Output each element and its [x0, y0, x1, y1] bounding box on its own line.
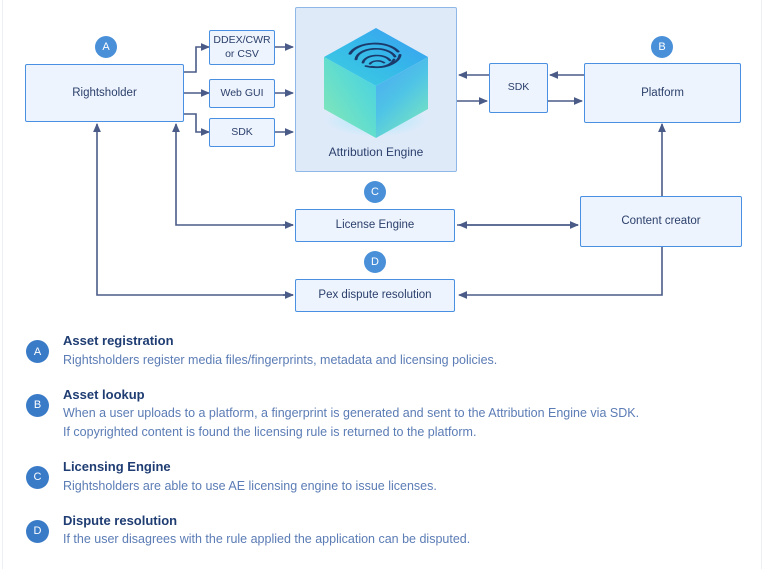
legend-item-c: C Licensing Engine Rightsholders are abl…	[0, 458, 768, 496]
panel-attribution-engine[interactable]: Attribution Engine	[295, 7, 457, 172]
diagram-badge-a-label: A	[102, 41, 110, 53]
diagram-badge-d: D	[364, 251, 386, 273]
legend-item-d: D Dispute resolution If the user disagre…	[0, 512, 768, 550]
legend-title-d: Dispute resolution	[63, 512, 178, 528]
legend-item-a: A Asset registration Rightsholders regis…	[0, 332, 768, 370]
attribution-engine-label: Attribution Engine	[328, 145, 424, 159]
diagram-badge-b: B	[651, 36, 673, 58]
legend-text-b: Asset lookup When a user uploads to a pl…	[63, 386, 639, 442]
node-sdk-left-label: SDK	[231, 125, 253, 138]
legend-desc-c-line-1: Rightsholders are able to use AE licensi…	[63, 478, 437, 493]
diagram-badge-a: A	[95, 36, 117, 58]
node-license-engine[interactable]: License Engine	[295, 209, 455, 242]
legend-badge-c: C	[26, 465, 49, 489]
node-ddex-line-2: or CSV	[225, 47, 259, 60]
legend-item-b: B Asset lookup When a user uploads to a …	[0, 386, 768, 442]
node-license-engine-label: License Engine	[335, 219, 415, 232]
node-content-creator-label: Content creator	[621, 215, 701, 228]
legend-desc-b-line-2: If copyrighted content is found the lice…	[63, 425, 477, 440]
node-pex-dispute-resolution-label: Pex dispute resolution	[318, 289, 432, 302]
legend-badge-d-label: D	[33, 525, 42, 538]
legend-desc-d-line-1: If the user disagrees with the rule appl…	[63, 532, 471, 547]
diagram-badge-c-label: C	[371, 186, 379, 198]
node-rightsholder-label: Rightsholder	[72, 86, 137, 99]
node-web-gui-label: Web GUI	[220, 86, 264, 99]
diagram-page: Rightsholder A DDEX/CWR or CSV Web GUI S…	[0, 0, 768, 569]
legend-text-a: Asset registration Rightsholders registe…	[63, 332, 497, 370]
node-ddex-cwr-csv[interactable]: DDEX/CWR or CSV	[209, 30, 275, 65]
legend-title-c: Licensing Engine	[63, 458, 171, 474]
node-ddex-line-1: DDEX/CWR	[213, 34, 271, 47]
node-web-gui[interactable]: Web GUI	[209, 79, 275, 108]
attribution-engine-cube-icon	[316, 22, 436, 149]
node-platform-label: Platform	[641, 86, 684, 99]
diagram-badge-b-label: B	[658, 41, 666, 53]
node-sdk-left[interactable]: SDK	[209, 118, 275, 147]
node-content-creator[interactable]: Content creator	[580, 196, 742, 247]
legend-title-a: Asset registration	[63, 333, 174, 348]
diagram-badge-d-label: D	[371, 256, 379, 268]
node-sdk-right-label: SDK	[507, 81, 530, 94]
legend-text-c: Licensing Engine Rightsholders are able …	[63, 458, 437, 496]
node-sdk-right[interactable]: SDK	[489, 63, 548, 113]
diagram-badge-c: C	[364, 181, 386, 203]
legend-text-d: Dispute resolution If the user disagrees…	[63, 512, 470, 550]
legend-badge-a-label: A	[33, 345, 42, 358]
node-platform[interactable]: Platform	[584, 63, 741, 123]
legend-desc-a-line-1: Rightsholders register media files/finge…	[63, 352, 498, 367]
legend-desc-b-line-1: When a user uploads to a platform, a fin…	[63, 406, 640, 421]
node-rightsholder[interactable]: Rightsholder	[25, 64, 184, 122]
legend-badge-c-label: C	[33, 471, 42, 484]
legend-badge-b: B	[26, 393, 49, 417]
node-pex-dispute-resolution[interactable]: Pex dispute resolution	[295, 279, 455, 312]
legend-badge-b-label: B	[33, 399, 42, 412]
legend-list: A Asset registration Rightsholders regis…	[0, 332, 768, 565]
architecture-diagram: Rightsholder A DDEX/CWR or CSV Web GUI S…	[0, 0, 768, 325]
legend-badge-a: A	[26, 340, 49, 363]
legend-badge-d: D	[26, 519, 49, 543]
legend-title-b: Asset lookup	[63, 386, 145, 402]
